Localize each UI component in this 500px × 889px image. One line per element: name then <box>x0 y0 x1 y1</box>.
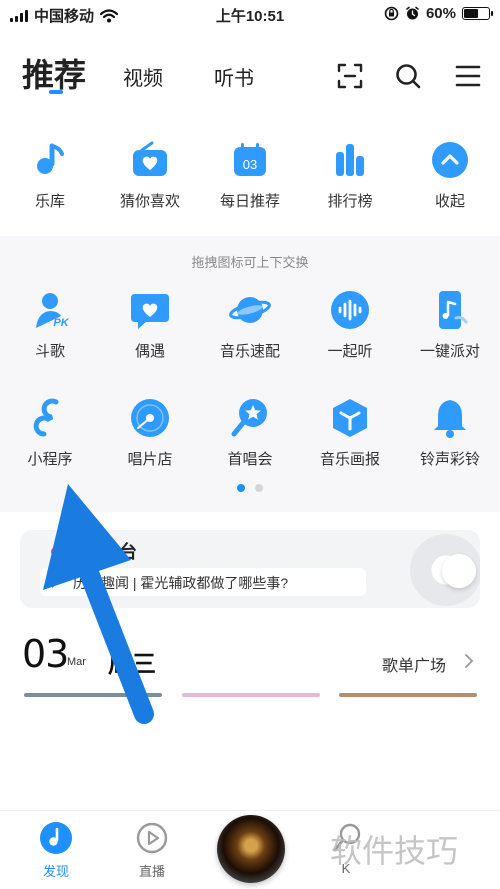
radio-heart-icon <box>133 141 167 176</box>
entry-label: 音乐速配 <box>219 343 280 360</box>
cube-icon <box>333 399 367 437</box>
top-header: 推荐 视频 听书 <box>0 44 500 100</box>
quick-entry-guess-you-like[interactable]: 猜你喜欢 <box>100 140 200 211</box>
entry-label: 铃声彩铃 <box>419 451 480 468</box>
phone-music-icon <box>439 291 468 329</box>
entry-label: 一键派对 <box>419 343 480 360</box>
tab-video[interactable]: 视频 <box>123 62 163 91</box>
radio-news-item[interactable]: 历史趣闻 | 霍光辅政都做了哪些事? <box>40 568 366 596</box>
tab-audiobook[interactable]: 听书 <box>214 62 254 91</box>
daily-section-header: 03 Mar 周三 歌单广场 <box>0 628 500 688</box>
entry-label: 音乐画报 <box>319 451 380 468</box>
page-dot-active[interactable] <box>237 484 245 492</box>
entry-mini-program[interactable]: 小程序 <box>0 396 100 469</box>
entry-music-match[interactable]: 音乐速配 <box>200 288 300 361</box>
quick-entry-row: 乐库 猜你喜欢 03 每日推荐 排行榜 收起 <box>0 140 500 230</box>
entry-premiere-concert[interactable]: 首唱会 <box>200 396 300 469</box>
menu-icon[interactable] <box>454 62 482 90</box>
more-entries-panel: 拖拽图标可上下交换 PK 斗歌 偶遇 音乐速配 一起听 一键派对 小程序 唱片店… <box>0 236 500 512</box>
radio-card[interactable]: 电台 历史趣闻 | 霍光辅政都做了哪些事? <box>20 530 480 608</box>
playlist-thumbnails <box>0 693 500 699</box>
quick-entry-label: 排行榜 <box>327 193 373 210</box>
soundwave-icon <box>331 291 369 329</box>
entry-music-poster[interactable]: 音乐画报 <box>300 396 400 469</box>
quick-entry-music-library[interactable]: 乐库 <box>0 140 100 211</box>
month-label: Mar <box>67 656 86 668</box>
calendar-icon: 03 <box>234 143 266 176</box>
radio-play-knob[interactable] <box>442 554 476 588</box>
heart-chat-icon <box>131 294 169 329</box>
mic-star-icon <box>231 399 267 437</box>
search-icon[interactable] <box>394 62 422 90</box>
bell-icon <box>434 400 466 438</box>
entry-label: 一起听 <box>327 343 373 360</box>
weekday-label: 周三 <box>108 651 156 678</box>
bar-chart-icon <box>336 144 364 176</box>
pk-person-icon: PK <box>36 293 70 329</box>
calendar-badge: 03 <box>243 157 257 172</box>
entry-encounter[interactable]: 偶遇 <box>100 288 200 361</box>
rotation-lock-icon <box>384 6 399 21</box>
chevron-up-icon <box>432 142 468 178</box>
quick-entry-daily-recommend[interactable]: 03 每日推荐 <box>200 140 300 211</box>
entry-label: 唱片店 <box>127 451 173 468</box>
playlist-thumb[interactable] <box>182 693 320 697</box>
entry-label: 小程序 <box>27 451 73 468</box>
entry-one-click-party[interactable]: 一键派对 <box>400 288 500 361</box>
now-playing-disc[interactable] <box>217 815 285 883</box>
music-note-icon <box>37 143 64 174</box>
playlist-thumb[interactable] <box>339 693 477 697</box>
entry-label: 首唱会 <box>227 451 273 468</box>
radio-title: 电台 <box>100 542 138 562</box>
quick-entry-charts[interactable]: 排行榜 <box>300 140 400 211</box>
vinyl-icon <box>131 399 169 437</box>
page-indicator <box>0 484 500 492</box>
battery-percent: 60% <box>425 5 456 22</box>
quick-entry-label: 猜你喜欢 <box>119 193 180 210</box>
entry-label: 斗歌 <box>34 343 65 360</box>
status-bar: 中国移动 上午10:51 60% <box>0 0 500 30</box>
discover-icon <box>40 822 72 854</box>
nav-discover[interactable]: 发现 <box>26 821 86 880</box>
day-number: 03 <box>22 632 69 676</box>
quick-entry-label: 乐库 <box>34 193 65 210</box>
nav-label: 直播 <box>138 864 165 879</box>
fire-icon <box>51 543 59 556</box>
quick-entry-label: 收起 <box>434 193 465 210</box>
entry-record-store[interactable]: 唱片店 <box>100 396 200 469</box>
quick-entry-collapse[interactable]: 收起 <box>400 140 500 211</box>
entry-label: 偶遇 <box>134 343 165 360</box>
live-play-icon <box>136 822 168 854</box>
page-dot[interactable] <box>255 484 263 492</box>
drag-hint: 拖拽图标可上下交换 <box>191 255 309 270</box>
alarm-icon <box>406 6 419 20</box>
playlist-square-link[interactable]: 歌单广场 <box>382 652 446 676</box>
chevron-right-icon[interactable] <box>463 654 475 668</box>
active-tab-indicator <box>49 90 63 94</box>
play-icon <box>52 576 60 588</box>
entry-ringtones[interactable]: 铃声彩铃 <box>400 396 500 469</box>
battery-icon <box>462 7 493 20</box>
playlist-thumb[interactable] <box>24 693 162 697</box>
mini-program-icon <box>33 398 59 437</box>
watermark-text: 软件技巧 <box>330 833 459 869</box>
nav-live[interactable]: 直播 <box>122 821 182 880</box>
radio-news-text: 历史趣闻 | 霍光辅政都做了哪些事? <box>73 575 289 591</box>
entry-listen-together[interactable]: 一起听 <box>300 288 400 361</box>
entry-song-battle[interactable]: PK 斗歌 <box>0 288 100 361</box>
scan-icon[interactable] <box>336 62 364 90</box>
planet-icon <box>229 297 271 323</box>
quick-entry-label: 每日推荐 <box>219 193 280 210</box>
svg-text:PK: PK <box>53 317 69 329</box>
nav-label: 发现 <box>42 864 69 879</box>
